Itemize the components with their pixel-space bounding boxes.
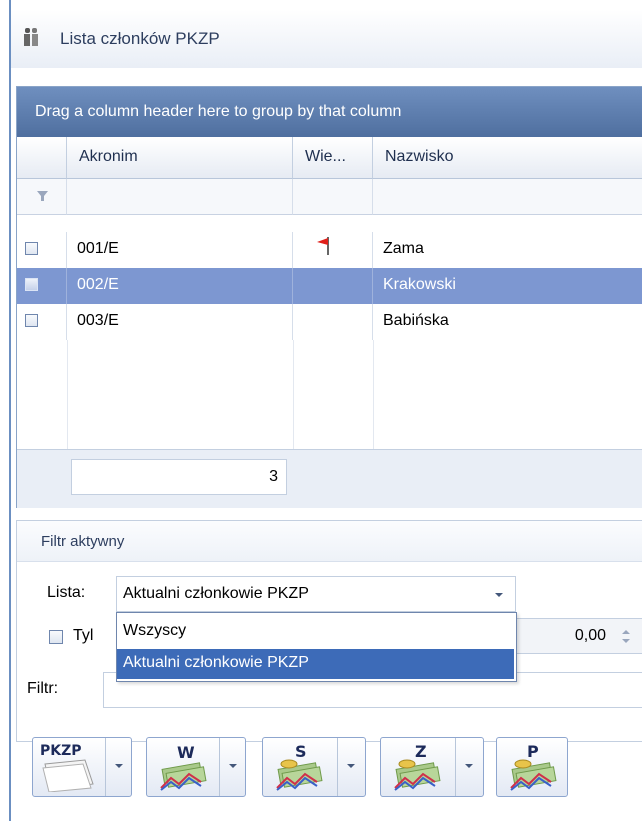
cell-nazwisko[interactable]: Krakowski bbox=[373, 268, 642, 304]
lista-dropdown: Wszyscy Aktualni członkowie PKZP bbox=[116, 612, 517, 682]
column-divider bbox=[293, 340, 294, 449]
cell-wie[interactable] bbox=[293, 268, 373, 304]
tylko-label: Tyl bbox=[73, 627, 94, 644]
amount-value: 0,00 bbox=[574, 627, 606, 644]
spin-down-icon[interactable] bbox=[622, 639, 630, 643]
documents-icon bbox=[42, 759, 94, 792]
cell-akronim[interactable]: 003/E bbox=[67, 304, 293, 340]
cell-nazwisko[interactable]: Babińska bbox=[373, 304, 642, 340]
funnel-icon bbox=[37, 191, 48, 201]
filter-cell-nazwisko[interactable] bbox=[373, 179, 642, 215]
spin-up-icon[interactable] bbox=[622, 630, 630, 634]
filter-cell-akronim[interactable] bbox=[67, 179, 293, 215]
window: Lista członków PKZP Drag a column header… bbox=[0, 0, 642, 821]
chevron-down-icon bbox=[465, 764, 473, 768]
cell-wie[interactable] bbox=[293, 304, 373, 340]
filter-row-selector bbox=[17, 179, 67, 215]
chevron-down-icon bbox=[115, 764, 123, 768]
pkzp-split-button[interactable]: PKZP bbox=[32, 737, 132, 797]
dropdown-option-aktualni[interactable]: Aktualni członkowie PKZP bbox=[117, 649, 514, 679]
cell-nazwisko-text: Babińska bbox=[383, 312, 449, 329]
z-dropdown-arrow[interactable] bbox=[455, 738, 482, 796]
filtr-label: Filtr: bbox=[27, 680, 59, 697]
w-button[interactable]: W bbox=[147, 738, 219, 796]
s-button[interactable]: S bbox=[263, 738, 337, 796]
column-header-nazwisko[interactable]: Nazwisko bbox=[373, 137, 642, 179]
header-selector[interactable] bbox=[17, 137, 67, 179]
row-checkbox-cell[interactable] bbox=[17, 232, 67, 268]
dropdown-option-wszyscy[interactable]: Wszyscy bbox=[117, 617, 514, 647]
window-title: Lista członków PKZP bbox=[60, 29, 220, 48]
column-header-akronim-label: Akronim bbox=[79, 148, 138, 165]
table-row-selected[interactable]: 002/E Krakowski bbox=[17, 268, 642, 304]
filter-panel-header[interactable]: Filtr aktywny bbox=[17, 521, 642, 562]
pkzp-button[interactable]: PKZP bbox=[33, 738, 105, 796]
chevron-down-icon bbox=[229, 764, 237, 768]
s-split-button[interactable]: S bbox=[262, 737, 366, 797]
s-dropdown-arrow[interactable] bbox=[337, 738, 364, 796]
chevron-down-icon[interactable] bbox=[495, 593, 503, 597]
tylko-checkbox[interactable] bbox=[49, 630, 63, 644]
members-icon bbox=[24, 28, 38, 46]
column-divider bbox=[67, 340, 68, 449]
filter-panel-title: Filtr aktywny bbox=[41, 533, 125, 550]
row-checkbox[interactable] bbox=[25, 278, 38, 291]
pkzp-dropdown-arrow[interactable] bbox=[105, 738, 132, 796]
cell-nazwisko-text: Zama bbox=[383, 240, 424, 257]
filter-cell-wie[interactable] bbox=[293, 179, 373, 215]
w-button-label: W bbox=[177, 743, 195, 762]
table-row[interactable]: 001/E Zama bbox=[17, 232, 642, 268]
p-button-label: P bbox=[527, 742, 539, 761]
z-split-button[interactable]: Z bbox=[380, 737, 484, 797]
s-button-label: S bbox=[295, 742, 307, 761]
column-divider bbox=[373, 340, 374, 449]
cell-akronim-text: 001/E bbox=[77, 240, 119, 257]
window-border bbox=[9, 0, 11, 821]
row-checkbox[interactable] bbox=[25, 242, 38, 255]
row-checkbox[interactable] bbox=[25, 314, 38, 327]
amount-spinner[interactable]: 0,00 bbox=[513, 618, 642, 654]
lista-combobox-value: Aktualni członkowie PKZP bbox=[123, 585, 309, 602]
column-header-akronim[interactable]: Akronim bbox=[67, 137, 293, 179]
column-header-wie-label: Wie... bbox=[305, 148, 346, 165]
p-button[interactable]: P bbox=[496, 737, 568, 797]
group-by-hint: Drag a column header here to group by th… bbox=[35, 103, 402, 120]
row-count: 3 bbox=[269, 468, 278, 485]
pkzp-button-label: PKZP bbox=[40, 743, 82, 759]
lista-combobox[interactable]: Aktualni członkowie PKZP bbox=[116, 576, 516, 612]
column-header-wie[interactable]: Wie... bbox=[293, 137, 373, 179]
w-split-button[interactable]: W bbox=[146, 737, 246, 797]
chevron-down-icon bbox=[347, 764, 355, 768]
lista-label: Lista: bbox=[47, 584, 86, 601]
cell-akronim-text: 002/E bbox=[77, 276, 119, 293]
cell-akronim[interactable]: 001/E bbox=[67, 232, 293, 268]
column-header-nazwisko-label: Nazwisko bbox=[385, 148, 454, 165]
z-button-label: Z bbox=[415, 742, 427, 761]
row-checkbox-cell[interactable] bbox=[17, 268, 67, 304]
members-grid: Drag a column header here to group by th… bbox=[16, 86, 642, 508]
cell-akronim-text: 003/E bbox=[77, 312, 119, 329]
w-dropdown-arrow[interactable] bbox=[219, 738, 246, 796]
cell-wie[interactable] bbox=[293, 232, 373, 268]
row-checkbox-cell[interactable] bbox=[17, 304, 67, 340]
grid-footer: 3 bbox=[17, 449, 642, 508]
cell-nazwisko-text: Krakowski bbox=[383, 276, 456, 293]
cell-nazwisko[interactable]: Zama bbox=[373, 232, 642, 268]
dropdown-option-label: Wszyscy bbox=[123, 622, 187, 639]
z-button[interactable]: Z bbox=[381, 738, 455, 796]
group-by-panel[interactable]: Drag a column header here to group by th… bbox=[17, 87, 642, 137]
row-count-box: 3 bbox=[71, 459, 287, 495]
table-row[interactable]: 003/E Babińska bbox=[17, 304, 642, 340]
dropdown-option-label: Aktualni członkowie PKZP bbox=[123, 654, 309, 671]
cell-akronim[interactable]: 002/E bbox=[67, 268, 293, 304]
red-flag-icon bbox=[317, 237, 329, 255]
